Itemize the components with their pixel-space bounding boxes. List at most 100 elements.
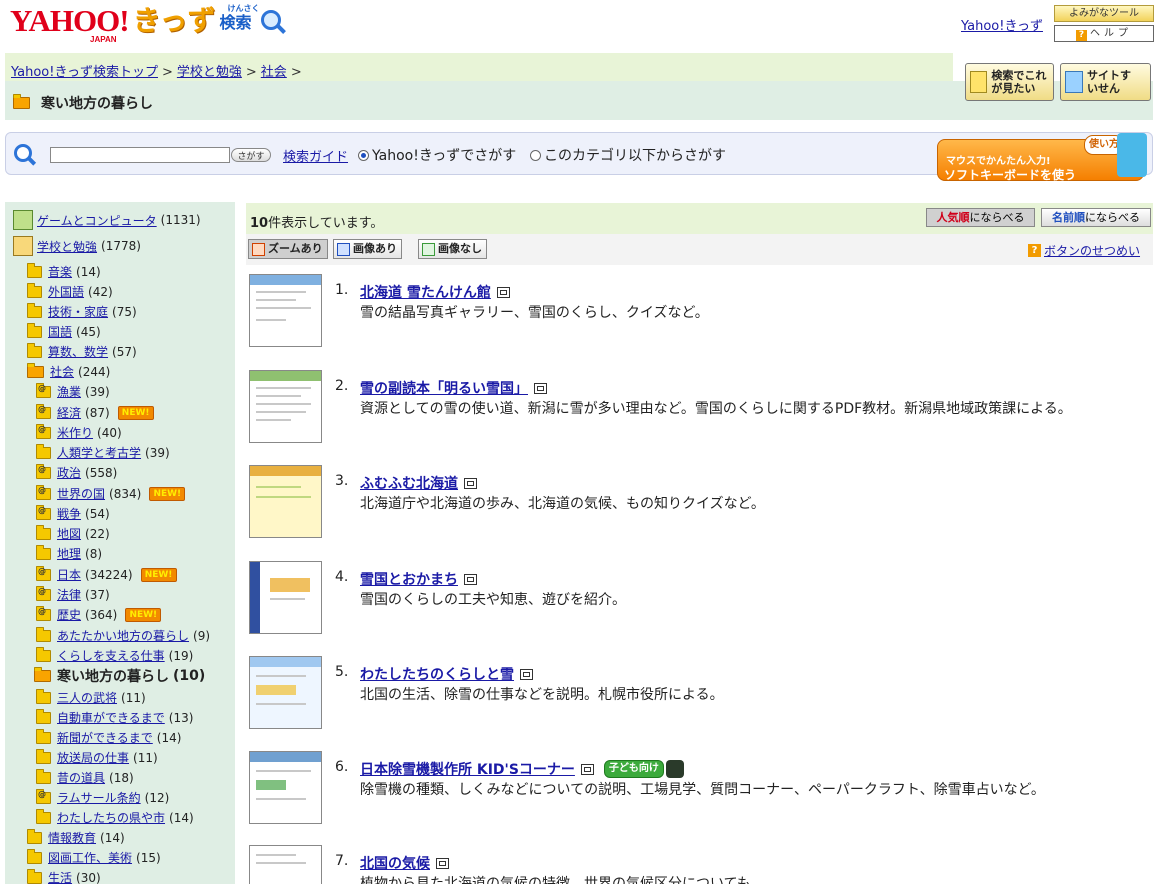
sidebar-item-fishery[interactable]: 漁業(39) [36, 382, 110, 400]
breadcrumb-society-link[interactable]: 社会 [261, 65, 287, 80]
result-thumbnail[interactable] [249, 370, 322, 443]
yomigana-tool-button[interactable]: よみがなツール [1054, 5, 1154, 22]
sidebar-item-japanese[interactable]: 国語 (45) [27, 322, 101, 340]
button-help[interactable]: ? ボタンのせつめい [1028, 242, 1140, 259]
sidebar-item-our-prefecture[interactable]: わたしたちの県や市 (14) [36, 808, 194, 826]
result-description: 植物から見た北海道の気候の特徴。世界の気候区分についても。 [360, 876, 765, 884]
folder-icon [27, 848, 42, 864]
new-window-icon[interactable] [464, 477, 477, 489]
sidebar-item-map[interactable]: 地図 (22) [36, 524, 110, 542]
result-thumbnail[interactable] [249, 274, 322, 347]
sidebar-item-school[interactable]: 学校と勉強 (1778) [13, 236, 141, 256]
sidebar-item-old-tools[interactable]: 昔の道具 (18) [36, 768, 134, 786]
result-description: 雪の結晶写真ギャラリー、雪国のくらし、クイズなど。 [360, 305, 709, 321]
game-category-icon [13, 210, 33, 230]
result-title-link[interactable]: 北国の気候 [360, 853, 430, 873]
folder-icon [27, 282, 42, 298]
recommend-site-button[interactable]: サイトすいせん [1060, 63, 1151, 101]
sidebar-item-info-education[interactable]: 情報教育 (14) [27, 828, 125, 846]
new-window-icon[interactable] [464, 573, 477, 585]
result-title-link[interactable]: 雪の副読本「明るい雪国」 [360, 378, 528, 398]
sidebar-item-society[interactable]: 社会 (244) [27, 362, 110, 380]
new-window-icon[interactable] [436, 857, 449, 869]
radio-search-all[interactable]: Yahoo!きっずでさがす [358, 145, 516, 165]
sidebar-item-economy[interactable]: 経済(87)NEW! [36, 403, 154, 421]
sidebar-item-world[interactable]: 世界の国(834)NEW! [36, 484, 186, 502]
sidebar-item-cold-region-current: 寒い地方の暮らし (10) [34, 666, 205, 686]
open-folder-icon [13, 94, 30, 109]
sidebar-item-broadcasting[interactable]: 放送局の仕事 (11) [36, 748, 158, 766]
new-window-icon[interactable] [534, 382, 547, 394]
sidebar-item-ramsar[interactable]: ラムサール条約(12) [36, 788, 169, 806]
result-item: 7. 北国の気候 植物から見た北海道の気候の特徴。世界の気候区分についても。 [248, 845, 1153, 884]
search-button[interactable]: さがす [231, 148, 271, 162]
image-off-button[interactable]: 画像なし [418, 239, 487, 259]
sidebar-item-life[interactable]: 生活 (30) [27, 868, 101, 886]
sidebar-item-anthropology[interactable]: 人類学と考古学 (39) [36, 443, 170, 461]
school-category-icon [13, 236, 33, 256]
help-button[interactable]: ? ヘルプ [1054, 25, 1154, 42]
sidebar-item-cars[interactable]: 自動車ができるまで (13) [36, 708, 193, 726]
sidebar-item-label[interactable]: 学校と勉強 [37, 238, 97, 255]
soft-keyboard-banner[interactable]: マウスでかんたん入力! ソフトキーボードを使う 使い方 [937, 133, 1151, 182]
result-thumbnail[interactable] [249, 656, 322, 729]
result-item: 4. 雪国とおかまち 雪国のくらしの工夫や知恵、遊びを紹介。 [248, 561, 1153, 643]
zoom-on-button[interactable]: ズームあり [248, 239, 328, 259]
sidebar-item-foreign-language[interactable]: 外国語 (42) [27, 282, 113, 300]
result-item: 2. 雪の副読本「明るい雪国」 資源としての雪の使い道、新潟に雪が多い理由など。… [248, 370, 1153, 452]
sidebar-item-rice[interactable]: 米作り(40) [36, 423, 122, 441]
result-title-link[interactable]: 北海道 雪たんけん館 [360, 282, 491, 302]
want-to-see-button[interactable]: 検索でこれが見たい [965, 63, 1054, 101]
breadcrumb-school-link[interactable]: 学校と勉強 [177, 65, 242, 80]
link-folder-icon [36, 423, 51, 439]
search-input[interactable] [50, 147, 230, 163]
folder-icon [36, 646, 51, 662]
new-window-icon[interactable] [520, 668, 533, 680]
result-title-link[interactable]: 日本除雪機製作所 KID'Sコーナー [360, 759, 575, 779]
result-title-link[interactable]: わたしたちのくらしと雪 [360, 664, 514, 684]
sidebar-item-music[interactable]: 音楽 (14) [27, 262, 101, 280]
sidebar-item-label[interactable]: ゲームとコンピュータ [37, 212, 157, 229]
sidebar-item-technology[interactable]: 技術・家庭 (75) [27, 302, 137, 320]
sidebar-item-newspaper[interactable]: 新聞ができるまで (14) [36, 728, 181, 746]
want-to-see-label: 検索でこれが見たい [991, 69, 1047, 95]
radio-selected-icon [358, 149, 369, 161]
sort-name-button[interactable]: 名前順にならべる [1041, 208, 1151, 227]
sidebar-item-geography[interactable]: 地理 (8) [36, 544, 102, 562]
question-icon: ? [1076, 30, 1087, 41]
result-description: 除雪機の種類、しくみなどについての説明、工場見学、質問コーナー、ペーパークラフト… [360, 782, 1045, 798]
new-window-icon[interactable] [580, 763, 594, 775]
sidebar-item-arts[interactable]: 図画工作、美術 (15) [27, 848, 161, 866]
yahoo-kids-logo[interactable]: YAHOO! JAPAN きっず けんさく 検索 [10, 4, 287, 44]
sidebar-item-law[interactable]: 法律(37) [36, 585, 110, 603]
yahoo-kids-link[interactable]: Yahoo!きっず [961, 15, 1043, 34]
result-thumbnail[interactable] [249, 465, 322, 538]
result-thumbnail[interactable] [249, 561, 322, 634]
sidebar-item-politics[interactable]: 政治(558) [36, 463, 117, 481]
sidebar-item-japan[interactable]: 日本(34224)NEW! [36, 565, 177, 583]
logo-search-word: 検索 [219, 13, 252, 32]
magnifier-icon [261, 10, 287, 34]
sidebar-item-history[interactable]: 歴史(364)NEW! [36, 605, 162, 623]
sidebar-item-warm-region[interactable]: あたたかい地方の暮らし (9) [36, 626, 210, 644]
sidebar-item-supporting-jobs[interactable]: くらしを支える仕事 (19) [36, 646, 193, 664]
sidebar-item-math[interactable]: 算数、数学 (57) [27, 342, 137, 360]
search-guide-link[interactable]: 検索ガイド [283, 146, 348, 165]
breadcrumb-top-link[interactable]: Yahoo!きっず検索トップ [11, 65, 158, 80]
result-number: 7. [335, 853, 349, 869]
no-image-icon [422, 242, 435, 256]
sidebar-item-three-warlords[interactable]: 三人の武将 (11) [36, 688, 146, 706]
open-folder-icon [34, 667, 51, 682]
new-window-icon[interactable] [496, 286, 510, 298]
folder-icon [36, 708, 51, 724]
sidebar-item-games[interactable]: ゲームとコンピュータ (1131) [13, 210, 201, 230]
result-thumbnail[interactable] [249, 845, 322, 884]
result-title-link[interactable]: 雪国とおかまち [360, 569, 458, 589]
new-badge: NEW! [125, 607, 162, 622]
result-thumbnail[interactable] [249, 751, 322, 824]
sort-popular-button[interactable]: 人気順にならべる [926, 208, 1035, 227]
sidebar-item-war[interactable]: 戦争(54) [36, 504, 110, 522]
result-title-link[interactable]: ふむふむ北海道 [360, 473, 458, 493]
image-on-button[interactable]: 画像あり [333, 239, 402, 259]
radio-search-category[interactable]: このカテゴリ以下からさがす [530, 145, 726, 165]
